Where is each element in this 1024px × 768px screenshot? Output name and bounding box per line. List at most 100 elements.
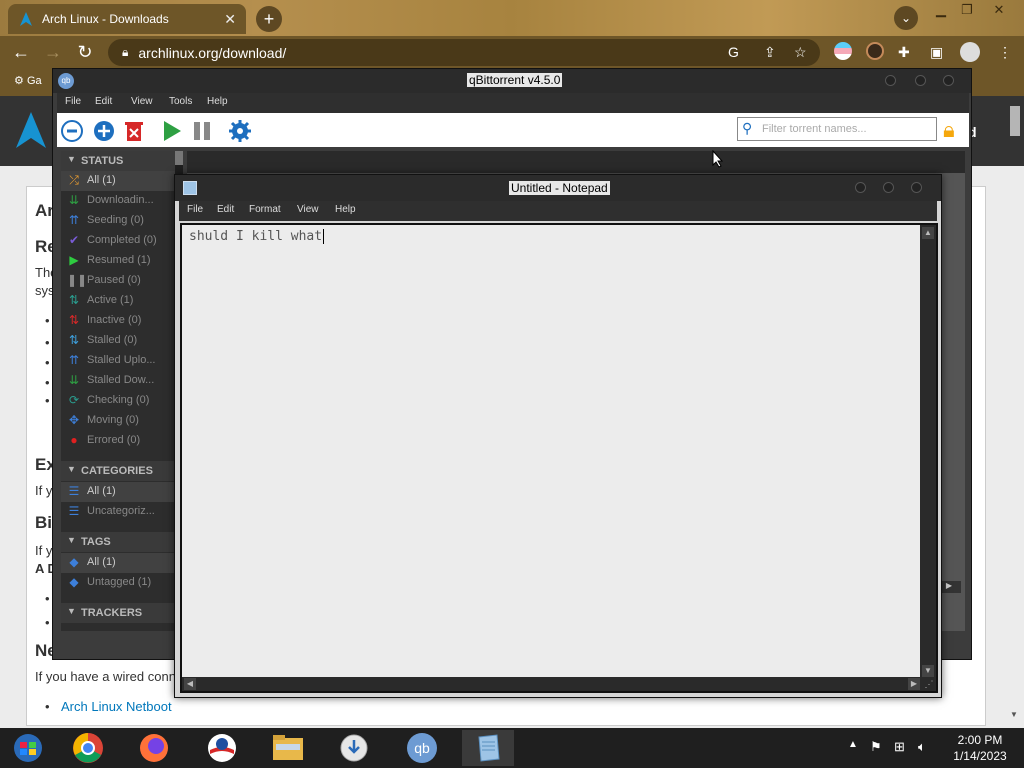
qbt-titlebar[interactable]: qb qBittorrent v4.5.0 bbox=[53, 69, 971, 93]
show-hidden-icons[interactable]: ▲ bbox=[848, 739, 858, 750]
status-header[interactable]: ▼ STATUS bbox=[61, 151, 175, 171]
scroll-down-icon[interactable]: ▼ bbox=[1010, 710, 1018, 719]
sidebar-filter-item[interactable]: ⇈ Stalled Uplo... bbox=[61, 351, 175, 371]
taskbar-chrome[interactable] bbox=[62, 730, 114, 766]
resume-icon[interactable] bbox=[161, 120, 183, 142]
taskbar-notepad[interactable] bbox=[462, 730, 514, 766]
add-link-icon[interactable] bbox=[61, 120, 83, 142]
menu-help[interactable]: Help bbox=[335, 204, 356, 215]
close-button[interactable] bbox=[911, 182, 922, 193]
scroll-up-icon[interactable]: ▲ bbox=[922, 227, 934, 239]
page-scroll-thumb[interactable] bbox=[1010, 106, 1020, 136]
vertical-scrollbar[interactable]: ▲ ▼ bbox=[920, 225, 936, 679]
sidebar-filter-item[interactable]: ✥ Moving (0) bbox=[61, 411, 175, 431]
maximize-button[interactable] bbox=[915, 75, 926, 86]
google-icon[interactable]: G bbox=[728, 44, 739, 60]
share-icon[interactable]: ⇪ bbox=[764, 44, 776, 61]
scroll-right-icon[interactable]: ▶ bbox=[908, 678, 920, 690]
new-tab-button[interactable]: + bbox=[256, 6, 282, 32]
torrent-filter-input[interactable]: ⚲ Filter torrent names... bbox=[737, 117, 937, 141]
sidebar-filter-item[interactable]: ⟳ Checking (0) bbox=[61, 391, 175, 411]
sidebar-filter-item[interactable]: ▶ Resumed (1) bbox=[61, 251, 175, 271]
volume-icon[interactable]: 🔈︎ bbox=[918, 739, 926, 755]
settings-gear-icon[interactable] bbox=[229, 120, 251, 142]
tab-search-icon[interactable]: ⌄ bbox=[894, 6, 918, 30]
notepad-titlebar[interactable]: Untitled - Notepad bbox=[175, 175, 941, 201]
page-scrollbar[interactable]: ▼ bbox=[1008, 104, 1022, 724]
flag-icon[interactable]: ⚑ bbox=[870, 739, 882, 755]
sidebar-filter-item[interactable]: ◆ Untagged (1) bbox=[61, 573, 175, 593]
taskbar-firefox[interactable] bbox=[128, 730, 180, 766]
maximize-button[interactable] bbox=[883, 182, 894, 193]
extension-flag-icon[interactable] bbox=[834, 42, 852, 60]
torrent-list-header[interactable] bbox=[187, 151, 965, 173]
menu-view[interactable]: View bbox=[131, 96, 153, 107]
menu-kebab-icon[interactable]: ⋮ bbox=[998, 44, 1012, 61]
menu-tools[interactable]: Tools bbox=[169, 96, 192, 107]
sidebar-item-label: Uncategoriz... bbox=[87, 505, 155, 517]
sidebar-filter-item[interactable]: ☰ All (1) bbox=[61, 482, 175, 502]
add-torrent-icon[interactable] bbox=[93, 120, 115, 142]
sidebar-filter-item[interactable]: ⇊ Stalled Dow... bbox=[61, 371, 175, 391]
sidebar-filter-item[interactable]: ✔ Completed (0) bbox=[61, 231, 175, 251]
network-icon[interactable]: ⊞ bbox=[894, 739, 905, 755]
scroll-left-icon[interactable]: ◀ bbox=[184, 678, 196, 690]
minimize-button[interactable]: ▁ bbox=[928, 2, 954, 18]
close-window-button[interactable]: ✕ bbox=[986, 2, 1012, 18]
resize-grip-icon[interactable]: ⋰ bbox=[922, 677, 936, 691]
netboot-link[interactable]: Arch Linux Netboot bbox=[61, 699, 172, 714]
tags-header[interactable]: ▼ TAGS bbox=[61, 532, 175, 552]
sidebar-filter-item[interactable]: ⇅ Active (1) bbox=[61, 291, 175, 311]
reload-icon[interactable]: ↻ bbox=[74, 42, 96, 63]
sidebar-filter-item[interactable]: ⇈ Seeding (0) bbox=[61, 211, 175, 231]
maximize-button[interactable]: ❐ bbox=[954, 2, 980, 18]
notepad-text-area[interactable]: shuld I kill what ▲ ▼ ◀ ▶ ⋰ bbox=[180, 223, 938, 693]
menu-file[interactable]: File bbox=[187, 204, 203, 215]
sidebar-scroll-thumb[interactable] bbox=[175, 151, 183, 165]
taskbar-app-obama[interactable] bbox=[196, 730, 248, 766]
sidebar-filter-item[interactable]: ⤮ All (1) bbox=[61, 171, 175, 191]
categories-header[interactable]: ▼ CATEGORIES bbox=[61, 461, 175, 481]
notepad-icon bbox=[183, 181, 197, 195]
taskbar-installer[interactable] bbox=[328, 730, 380, 766]
sidebar-filter-item[interactable]: ⇅ Inactive (0) bbox=[61, 311, 175, 331]
bookmark-item[interactable]: ⚙ Ga bbox=[14, 74, 42, 87]
sidebar-filter-item[interactable]: ❚❚ Paused (0) bbox=[61, 271, 175, 291]
profile-icon[interactable] bbox=[960, 42, 980, 62]
star-icon[interactable]: ☆ bbox=[794, 44, 807, 61]
horizontal-scrollbar[interactable]: ◀ ▶ bbox=[182, 677, 922, 691]
start-button[interactable] bbox=[2, 730, 54, 766]
extension-avatar-icon[interactable] bbox=[866, 42, 884, 60]
minimize-button[interactable] bbox=[885, 75, 896, 86]
menu-file[interactable]: File bbox=[65, 96, 81, 107]
close-tab-icon[interactable]: ✕ bbox=[224, 11, 236, 28]
forward-icon[interactable]: → bbox=[42, 42, 64, 63]
minimize-button[interactable] bbox=[855, 182, 866, 193]
browser-tab[interactable]: Arch Linux - Downloads ✕ bbox=[8, 4, 246, 34]
system-clock[interactable]: 2:00 PM 1/14/2023 bbox=[944, 732, 1016, 764]
menu-help[interactable]: Help bbox=[207, 96, 228, 107]
address-bar[interactable]: 🔒︎ archlinux.org/download/ bbox=[108, 39, 820, 66]
back-icon[interactable]: ← bbox=[10, 42, 32, 63]
taskbar-file-explorer[interactable] bbox=[262, 730, 314, 766]
sidebar-filter-item[interactable]: ⇅ Stalled (0) bbox=[61, 331, 175, 351]
sidebar-filter-item[interactable]: ◆ All (1) bbox=[61, 553, 175, 573]
delete-icon[interactable] bbox=[123, 120, 145, 142]
close-button[interactable] bbox=[943, 75, 954, 86]
arch-logo-icon[interactable] bbox=[14, 110, 48, 159]
sidebar-filter-item[interactable]: ● Errored (0) bbox=[61, 431, 175, 451]
menu-edit[interactable]: Edit bbox=[95, 96, 112, 107]
side-panel-icon[interactable]: ▣ bbox=[930, 44, 943, 61]
extensions-puzzle-icon[interactable]: ✚ bbox=[898, 44, 910, 61]
sidebar-filter-item[interactable]: ☰ Uncategoriz... bbox=[61, 502, 175, 522]
taskbar-qbittorrent[interactable]: qb bbox=[396, 730, 448, 766]
bookmark-icon: ⚙ bbox=[14, 75, 24, 87]
sidebar-filter-item[interactable]: ⇊ Downloadin... bbox=[61, 191, 175, 211]
lock-icon[interactable]: 🔒︎ bbox=[943, 117, 955, 143]
scroll-down-icon[interactable]: ▼ bbox=[922, 665, 934, 677]
menu-view[interactable]: View bbox=[297, 204, 319, 215]
trackers-header[interactable]: ▼ TRACKERS bbox=[61, 603, 175, 623]
menu-format[interactable]: Format bbox=[249, 204, 281, 215]
pause-icon[interactable] bbox=[191, 120, 213, 142]
menu-edit[interactable]: Edit bbox=[217, 204, 234, 215]
